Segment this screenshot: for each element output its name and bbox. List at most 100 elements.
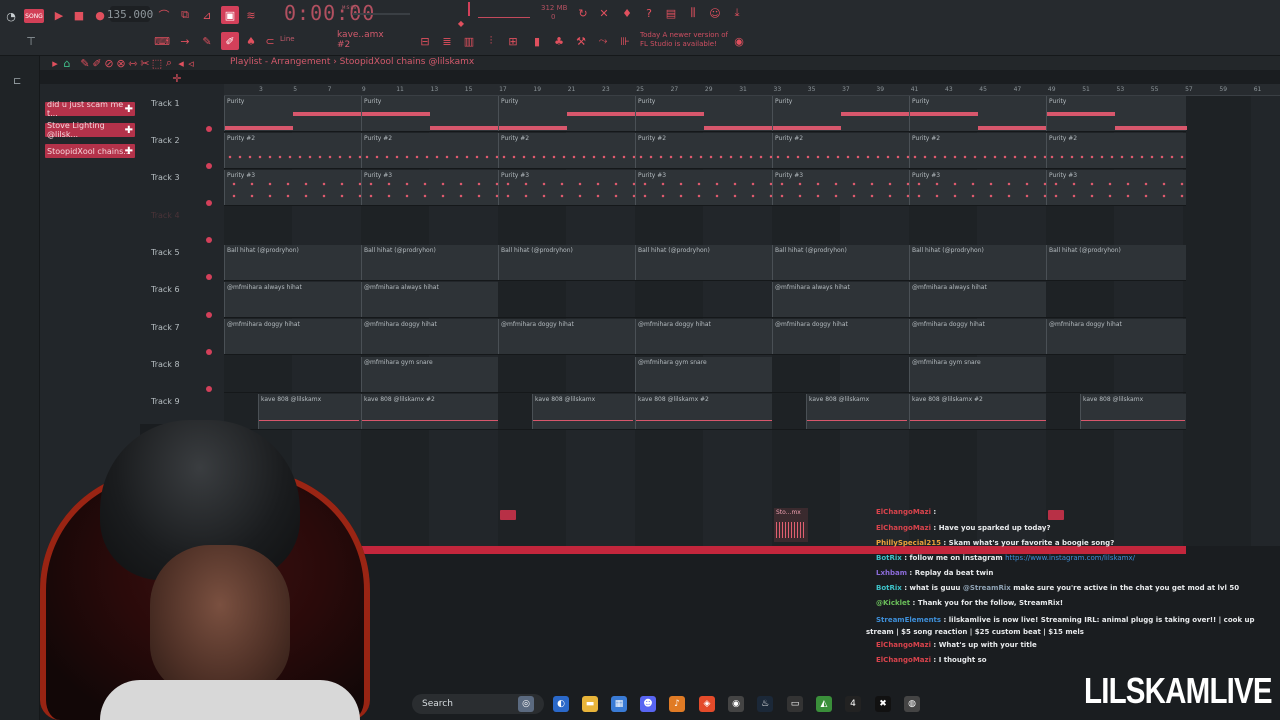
add-track-icon[interactable]: ✛ (170, 71, 184, 85)
tempo-display[interactable]: 135.000 (107, 6, 153, 22)
pattern-selector[interactable]: kave..amx #2 (337, 30, 397, 50)
tools-icon[interactable]: ✕ (597, 6, 611, 20)
chat-username[interactable]: StreamElements (866, 616, 941, 624)
discord-icon[interactable]: ☻ (640, 696, 656, 712)
undo-icon[interactable]: ↻ (576, 6, 590, 20)
plus-icon[interactable]: ✚ (125, 125, 133, 136)
help-icon[interactable]: ? (642, 6, 656, 20)
clip[interactable]: @mfmihara always hihat (361, 282, 498, 317)
track-mute-toggle[interactable] (206, 126, 212, 132)
news-panel[interactable]: Today A newer version of FL Studio is av… (640, 31, 728, 49)
brave-icon[interactable]: ◈ (699, 696, 715, 712)
clip[interactable]: Sto...mx (774, 508, 808, 542)
song-mode-toggle[interactable]: SONG (24, 9, 44, 23)
chat-username[interactable]: Lxhbam (866, 569, 907, 577)
wait-icon[interactable]: ▣ (221, 6, 239, 24)
plus-icon[interactable]: ✚ (125, 146, 133, 157)
clip[interactable]: @mfmihara always hihat (909, 282, 1046, 317)
chat-username[interactable]: ElChangoMazi (866, 641, 931, 649)
track-mute-toggle[interactable] (206, 274, 212, 280)
clip[interactable]: @mfmihara doggy hihat (498, 319, 635, 354)
chat-username[interactable]: ElChangoMazi (866, 656, 931, 664)
clip[interactable]: Ball hihat (@prodryhon) (772, 245, 909, 280)
cursor-icon[interactable]: ⊤ (24, 34, 38, 48)
clip[interactable]: kave 808 @lilskamx #2 (635, 394, 772, 429)
plugin-icon[interactable]: ▮ (530, 34, 544, 48)
pattern-item[interactable]: StoopidXool chains... ✚ (45, 144, 135, 158)
plus-icon[interactable]: ✚ (125, 104, 133, 115)
clip[interactable]: Purity (772, 96, 909, 131)
track-label[interactable]: Track 7 (151, 323, 180, 332)
chat-username[interactable]: @Kicklet (866, 599, 910, 607)
track-mute-toggle[interactable] (206, 349, 212, 355)
clip[interactable]: Purity (909, 96, 1046, 131)
mixer-icon[interactable]: ⫼ (686, 6, 700, 20)
clip[interactable]: Purity #3 (361, 170, 498, 205)
clip[interactable]: Ball hihat (@prodryhon) (498, 245, 635, 280)
touch-controller-icon[interactable]: ⚒ (574, 34, 588, 48)
clip[interactable]: Ball hihat (@prodryhon) (224, 245, 361, 280)
clip[interactable]: Purity (1046, 96, 1187, 131)
clip[interactable]: Purity #3 (635, 170, 772, 205)
track-label[interactable]: Track 9 (151, 397, 180, 406)
chat-username[interactable]: BotRix (866, 554, 902, 562)
clip[interactable]: kave 808 @lilskamx (806, 394, 909, 429)
clip[interactable]: @mfmihara doggy hihat (909, 319, 1046, 354)
clip[interactable]: kave 808 @lilskamx #2 (909, 394, 1046, 429)
clip[interactable]: Purity #2 (224, 133, 361, 168)
clip[interactable]: @mfmihara doggy hihat (635, 319, 772, 354)
clip[interactable]: @mfmihara doggy hihat (1046, 319, 1186, 354)
chat-username[interactable]: ElChangoMazi (866, 524, 931, 532)
clip[interactable]: Purity #3 (498, 170, 635, 205)
chat-link[interactable]: https://www.instagram.com/lilskamx/ (1005, 554, 1135, 562)
clip[interactable]: @mfmihara doggy hihat (224, 319, 361, 354)
fl-studio-icon[interactable]: ♪ (669, 696, 685, 712)
stop-icon[interactable]: ■ (72, 8, 86, 22)
chrome-icon[interactable]: ◉ (728, 696, 744, 712)
record-icon[interactable]: ● (93, 8, 107, 22)
snap-label[interactable]: Line (280, 35, 295, 43)
project-browser-icon[interactable]: ⤳ (596, 34, 610, 48)
clip[interactable]: @mfmihara doggy hihat (772, 319, 909, 354)
pattern-icon[interactable]: ⌒ (157, 8, 171, 22)
clip[interactable]: Purity #3 (909, 170, 1046, 205)
master-pitch-slider[interactable] (352, 13, 410, 15)
track-mute-toggle[interactable] (206, 200, 212, 206)
clip[interactable]: Purity #2 (1046, 133, 1186, 168)
loop-icon[interactable]: ⧉ (178, 8, 192, 22)
browser-icon[interactable]: ⊟ (418, 34, 432, 48)
track-mute-toggle[interactable] (206, 386, 212, 392)
app-icon[interactable]: ▭ (787, 696, 803, 712)
menu-icon[interactable]: ◔ (4, 9, 18, 23)
clip[interactable]: Purity #2 (498, 133, 635, 168)
chat-mention[interactable]: @StreamRix (963, 584, 1013, 592)
search-highlight-icon[interactable]: ◎ (518, 696, 534, 712)
pitch-knob-icon[interactable]: ◆ (454, 16, 468, 30)
pattern-item[interactable]: Stove Lighting @lilsk... ✚ (45, 121, 135, 139)
clip[interactable]: @mfmihara always hihat (224, 282, 361, 317)
clip[interactable]: Purity #3 (1046, 170, 1186, 205)
clip[interactable]: kave 808 @lilskamx (532, 394, 635, 429)
plugin-picker-icon[interactable]: ♣ (552, 34, 566, 48)
track-mute-toggle[interactable] (206, 312, 212, 318)
steam-icon[interactable]: ♨ (757, 696, 773, 712)
keyboard-icon[interactable]: ⌨ (154, 34, 170, 48)
clip[interactable]: Ball hihat (@prodryhon) (635, 245, 772, 280)
clip[interactable]: Purity (361, 96, 498, 131)
chat-username[interactable]: PhillySpecial215 (866, 539, 941, 547)
snap-icon[interactable]: ⌂ (60, 56, 74, 70)
clip[interactable]: Ball hihat (@prodryhon) (361, 245, 498, 280)
track-label[interactable]: Track 5 (151, 248, 180, 257)
clip[interactable]: Purity #2 (361, 133, 498, 168)
pattern-item[interactable]: did u just scam me t... ✚ (45, 100, 135, 118)
clip[interactable]: @mfmihara gym snare (909, 357, 1046, 392)
speaker-icon[interactable]: ◃ (184, 56, 198, 70)
clip[interactable]: Purity (224, 96, 361, 131)
clip[interactable]: @mfmihara always hihat (772, 282, 909, 317)
save-icon[interactable]: ▤ (664, 6, 678, 20)
track-label[interactable]: Track 6 (151, 285, 180, 294)
obs-icon[interactable]: ◍ (904, 696, 920, 712)
pencil-icon[interactable]: ✎ (200, 34, 214, 48)
score-icon[interactable]: ⊪ (618, 34, 632, 48)
arrow-right-icon[interactable]: → (178, 34, 192, 48)
